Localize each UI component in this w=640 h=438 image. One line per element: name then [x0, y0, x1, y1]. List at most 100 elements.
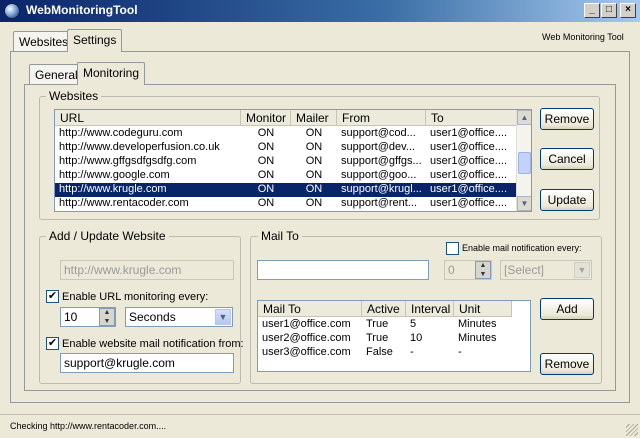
cell-from: support@dev...	[341, 141, 415, 153]
column-header-unit[interactable]: Unit	[454, 301, 512, 317]
cell-unit: Minutes	[458, 318, 497, 330]
column-header-url[interactable]: URL	[55, 110, 241, 126]
spin-up-icon[interactable]: ▲	[476, 262, 490, 270]
cell-mailer: ON	[305, 127, 323, 139]
mail-every-unit-value: [Select]	[504, 263, 545, 277]
title-bar[interactable]: WebMonitoringTool _ □ ×	[0, 0, 640, 22]
scroll-down-icon[interactable]: ▼	[517, 196, 531, 211]
cell-to: user1@office....	[430, 183, 507, 195]
cell-monitor: ON	[257, 183, 275, 195]
enable-mail-from-checkbox[interactable]: ✔	[46, 337, 59, 350]
brand-label: Web Monitoring Tool	[542, 32, 624, 42]
table-row[interactable]: http://www.google.com ON ON support@goo.…	[55, 169, 531, 183]
unit-select[interactable]: Seconds ▼	[125, 307, 233, 327]
chevron-down-icon[interactable]: ▼	[215, 309, 231, 325]
add-update-group-label: Add / Update Website	[46, 229, 169, 243]
status-text: Checking http://www.rentacoder.com....	[10, 421, 167, 431]
add-mail-button[interactable]: Add	[540, 298, 594, 320]
cell-mailer: ON	[305, 197, 323, 209]
status-bar: Checking http://www.rentacoder.com....	[0, 414, 640, 436]
interval-spinner[interactable]: ▲ ▼	[99, 308, 115, 326]
cell-from: support@rent...	[341, 197, 417, 209]
cell-monitor: ON	[257, 169, 275, 181]
mail-from-input[interactable]: support@krugle.com	[60, 353, 234, 373]
cell-to: user1@office....	[430, 141, 507, 153]
mail-every-spinner[interactable]: ▲ ▼	[475, 261, 491, 279]
minimize-button[interactable]: _	[584, 3, 600, 18]
url-input[interactable]: http://www.krugle.com	[60, 260, 234, 280]
cell-interval: 10	[410, 332, 423, 344]
column-header-monitor[interactable]: Monitor	[241, 110, 291, 126]
spin-down-icon[interactable]: ▼	[100, 318, 114, 326]
cell-url: http://www.codeguru.com	[59, 127, 183, 139]
cell-unit: -	[458, 346, 462, 358]
chevron-down-icon[interactable]: ▼	[574, 262, 590, 278]
cell-from: support@krugl...	[341, 183, 422, 195]
cell-unit: Minutes	[458, 332, 497, 344]
mail-every-unit-select[interactable]: [Select] ▼	[500, 260, 592, 280]
column-header-to[interactable]: To	[426, 110, 517, 126]
cell-mailer: ON	[305, 155, 323, 167]
column-header-mailer[interactable]: Mailer	[291, 110, 337, 126]
cell-interval: -	[410, 346, 414, 358]
remove-mail-button[interactable]: Remove	[540, 353, 594, 375]
enable-url-monitoring-label: Enable URL monitoring every:	[62, 291, 209, 303]
unit-select-value: Seconds	[129, 310, 176, 324]
table-row-selected[interactable]: http://www.krugle.com ON ON support@krug…	[55, 183, 531, 197]
cell-monitor: ON	[257, 127, 275, 139]
window-title: WebMonitoringTool	[26, 3, 138, 17]
column-header-interval[interactable]: Interval	[406, 301, 454, 317]
column-header-from[interactable]: From	[337, 110, 426, 126]
table-row[interactable]: http://www.developerfusion.co.uk ON ON s…	[55, 141, 531, 155]
table-row[interactable]: user1@office.com True 5 Minutes	[258, 318, 530, 332]
tab-settings[interactable]: Settings	[67, 29, 123, 52]
table-row[interactable]: http://www.rentacoder.com ON ON support@…	[55, 197, 531, 211]
cell-to: user1@office....	[430, 169, 507, 181]
mail-to-input[interactable]	[257, 260, 429, 280]
cell-url: http://www.developerfusion.co.uk	[59, 141, 220, 153]
table-row[interactable]: http://www.codeguru.com ON ON support@co…	[55, 127, 531, 141]
maximize-button[interactable]: □	[601, 3, 617, 18]
spin-down-icon[interactable]: ▼	[476, 271, 490, 279]
cell-active: True	[366, 332, 389, 344]
remove-website-button[interactable]: Remove	[540, 108, 594, 130]
cell-to: user1@office....	[430, 127, 507, 139]
cell-to: user1@office....	[430, 155, 507, 167]
cell-active: True	[366, 318, 389, 330]
enable-url-monitoring-checkbox[interactable]: ✔	[46, 290, 59, 303]
cell-mailer: ON	[305, 183, 323, 195]
websites-group-label: Websites	[46, 89, 102, 103]
column-header-active[interactable]: Active	[362, 301, 406, 317]
tab-websites[interactable]: Websites	[13, 31, 75, 52]
cell-url: http://www.krugle.com	[59, 183, 167, 195]
scroll-up-icon[interactable]: ▲	[517, 110, 531, 125]
cell-monitor: ON	[257, 155, 275, 167]
table-row[interactable]: http://www.gffgsdfgsdfg.com ON ON suppor…	[55, 155, 531, 169]
cell-mail-to: user3@office.com	[262, 346, 351, 358]
column-header-mail-to[interactable]: Mail To	[258, 301, 362, 317]
websites-list[interactable]: URL Monitor Mailer From To http://www.co…	[54, 109, 532, 212]
mail-to-group-label: Mail To	[258, 229, 302, 243]
update-button[interactable]: Update	[540, 189, 594, 211]
scroll-thumb[interactable]	[518, 152, 531, 174]
close-button[interactable]: ×	[620, 3, 636, 18]
cell-mail-to: user2@office.com	[262, 332, 351, 344]
cell-url: http://www.rentacoder.com	[59, 197, 189, 209]
tab-monitoring[interactable]: Monitoring	[77, 62, 146, 85]
mail-to-list[interactable]: Mail To Active Interval Unit user1@offic…	[257, 300, 531, 372]
tab-general[interactable]: General	[29, 64, 84, 85]
cell-monitor: ON	[257, 141, 275, 153]
websites-scrollbar[interactable]: ▲ ▼	[516, 110, 531, 211]
cell-url: http://www.google.com	[59, 169, 170, 181]
cell-active: False	[366, 346, 393, 358]
enable-mail-every-checkbox[interactable]	[446, 242, 459, 255]
resize-grip-icon[interactable]	[626, 424, 638, 436]
cancel-button[interactable]: Cancel	[540, 148, 594, 170]
enable-mail-every-label: Enable mail notification every:	[462, 243, 582, 253]
table-row[interactable]: user2@office.com True 10 Minutes	[258, 332, 530, 346]
app-icon	[4, 3, 20, 19]
spin-up-icon[interactable]: ▲	[100, 309, 114, 317]
cell-to: user1@office....	[430, 197, 507, 209]
table-row[interactable]: user3@office.com False - -	[258, 346, 530, 360]
cell-from: support@gffgs...	[341, 155, 422, 167]
